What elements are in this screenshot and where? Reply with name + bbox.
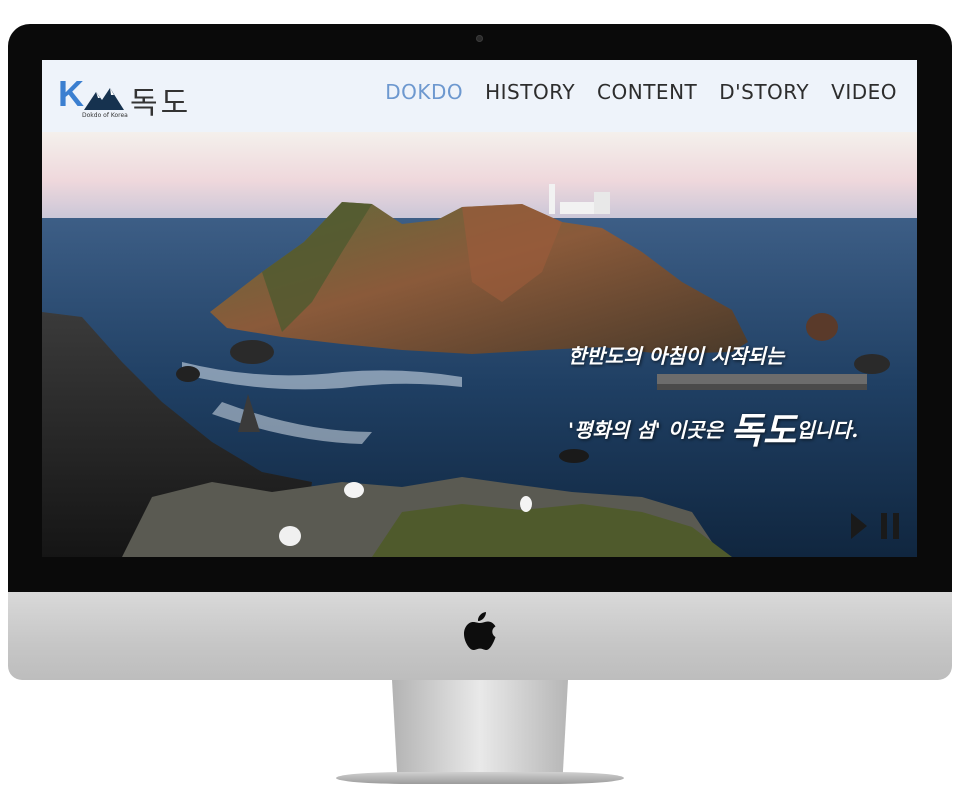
hero-tagline-line1: 한반도의 아침이 시작되는 bbox=[568, 344, 785, 368]
nav-item-video[interactable]: VIDEO bbox=[831, 80, 897, 104]
mountain-icon bbox=[84, 88, 124, 110]
nav-item-content[interactable]: CONTENT bbox=[597, 80, 697, 104]
logo-letter: K bbox=[58, 73, 84, 114]
pause-icon[interactable] bbox=[881, 513, 899, 539]
logo-subtitle: Dokdo of Korea bbox=[82, 112, 128, 119]
nav-item-dstory[interactable]: D'STORY bbox=[719, 80, 809, 104]
imac-mockup: K Dokdo of Korea 독도 DOKDO HISTORY CONTEN… bbox=[0, 0, 960, 800]
nav-item-dokdo[interactable]: DOKDO bbox=[385, 80, 463, 104]
hero-image bbox=[42, 132, 917, 557]
hero-tagline-part-a: '평화의 섬' 이곳은 bbox=[568, 418, 730, 442]
hero-tagline-part-b: 입니다. bbox=[796, 418, 859, 442]
hero-tagline-line2: '평화의 섬' 이곳은 독도입니다. bbox=[568, 402, 858, 454]
logo-title: 독도 bbox=[130, 86, 192, 121]
camera-icon bbox=[476, 35, 483, 42]
monitor-stand bbox=[392, 680, 568, 776]
play-icon[interactable] bbox=[851, 513, 867, 539]
hero-banner: 한반도의 아침이 시작되는 '평화의 섬' 이곳은 독도입니다. bbox=[42, 132, 917, 557]
monitor-screen: K Dokdo of Korea 독도 DOKDO HISTORY CONTEN… bbox=[42, 60, 917, 557]
apple-icon bbox=[464, 612, 496, 650]
nav-item-history[interactable]: HISTORY bbox=[485, 80, 575, 104]
monitor-stand-base bbox=[336, 772, 624, 784]
site-logo[interactable]: K Dokdo of Korea 독도 bbox=[58, 73, 198, 122]
main-nav: DOKDO HISTORY CONTENT D'STORY VIDEO bbox=[385, 80, 897, 104]
hero-tagline-emphasis: 독도 bbox=[729, 410, 797, 452]
site-header: K Dokdo of Korea 독도 DOKDO HISTORY CONTEN… bbox=[42, 60, 917, 132]
slider-controls bbox=[851, 513, 899, 539]
